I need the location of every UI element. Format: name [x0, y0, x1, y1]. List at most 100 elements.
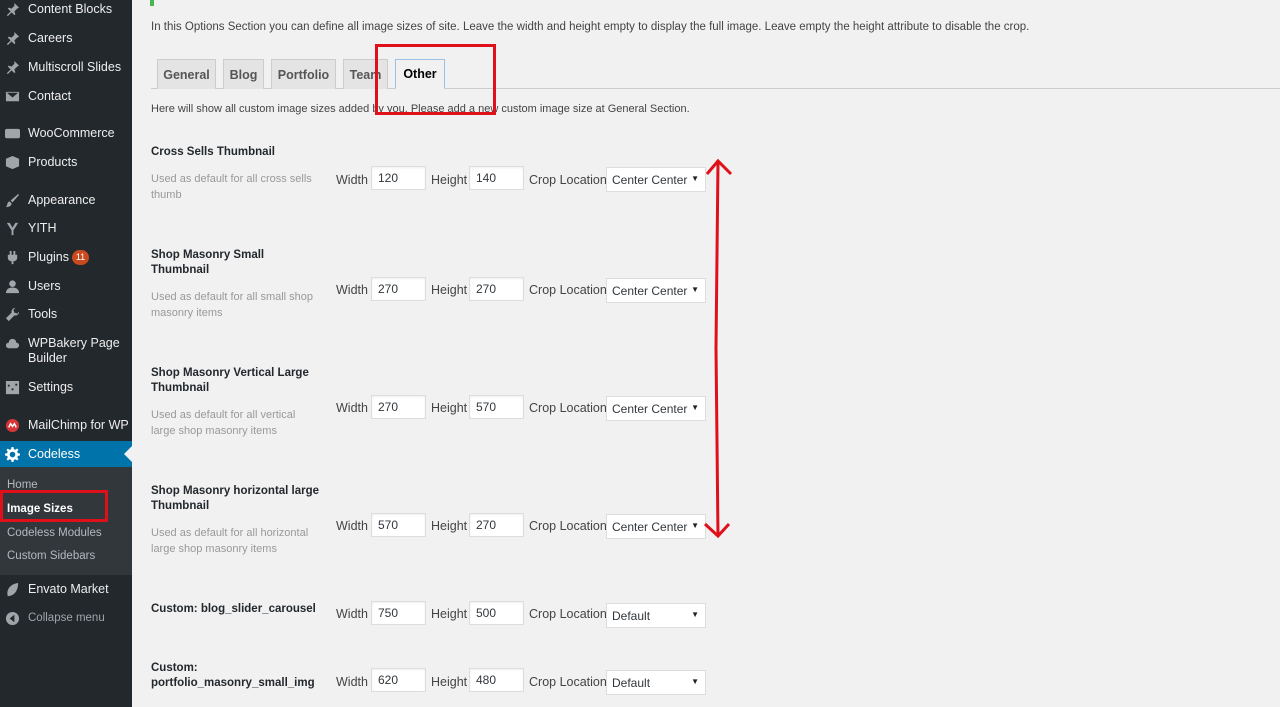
leaf-icon [4, 582, 21, 597]
sidebar-item-contact[interactable]: Contact [0, 89, 132, 104]
submenu-item-home[interactable]: Home [7, 479, 38, 491]
height-label: Height [431, 675, 468, 689]
notice-accent-bar [150, 0, 154, 6]
crop-location-value: Default [612, 676, 651, 690]
dropdown-arrow-icon: ▼ [691, 285, 699, 294]
width-input[interactable] [371, 277, 426, 301]
sidebar-item-label: MailChimp for WP [28, 418, 129, 432]
width-input[interactable] [371, 166, 426, 190]
sidebar-item-mailchimp[interactable]: MailChimp for WP [0, 418, 132, 433]
mail-icon [4, 89, 21, 104]
crop-location-value: Center Center [612, 402, 688, 416]
sidebar-item-label: Envato Market [28, 582, 109, 596]
tab-other[interactable]: Other [395, 59, 445, 89]
sidebar-item-label: WooCommerce [28, 126, 115, 140]
gear-icon [4, 447, 21, 462]
pin-icon [4, 60, 21, 75]
submenu-item-custom-sidebars[interactable]: Custom Sidebars [7, 550, 95, 562]
crop-location-label: Crop Location [529, 675, 607, 689]
sidebar-item-plugins[interactable]: Plugins 11 [0, 250, 132, 265]
height-input[interactable] [469, 166, 524, 190]
sidebar-item-codeless[interactable]: Codeless [0, 447, 132, 462]
pin-icon [4, 31, 21, 46]
sidebar-item-label: Users [28, 279, 61, 293]
sidebar-item-tools[interactable]: Tools [0, 307, 132, 322]
height-label: Height [431, 173, 468, 187]
width-label: Width [336, 519, 368, 533]
sidebar-item-label: WPBakery Page Builder [28, 336, 120, 365]
width-input[interactable] [371, 668, 426, 692]
dropdown-arrow-icon: ▼ [691, 403, 699, 412]
sidebar-item-woocommerce[interactable]: WooCommerce [0, 126, 132, 141]
sidebar-item-users[interactable]: Users [0, 279, 132, 294]
crop-location-select[interactable]: Center Center ▼ [606, 396, 706, 421]
height-input[interactable] [469, 513, 524, 537]
main-content: In this Options Section you can define a… [132, 0, 1280, 707]
crop-location-select[interactable]: Default ▼ [606, 603, 706, 628]
wrench-icon [4, 307, 21, 322]
height-label: Height [431, 401, 468, 415]
crop-location-label: Crop Location [529, 173, 607, 187]
sidebar-item-content-blocks[interactable]: Content Blocks [0, 2, 132, 17]
yith-icon [4, 221, 21, 236]
sidebar-item-label: Content Blocks [28, 2, 113, 16]
tab-portfolio[interactable]: Portfolio [271, 59, 336, 89]
sidebar-item-appearance[interactable]: Appearance [0, 193, 132, 208]
height-input[interactable] [469, 601, 524, 625]
sidebar-item-label: Settings [28, 380, 74, 394]
height-input[interactable] [469, 277, 524, 301]
crop-location-select[interactable]: Default ▼ [606, 670, 706, 695]
collapse-menu-button[interactable]: Collapse menu [0, 611, 132, 626]
submenu-item-codeless-modules[interactable]: Codeless Modules [7, 527, 102, 539]
height-label: Height [431, 519, 468, 533]
crop-location-select[interactable]: Center Center ▼ [606, 278, 706, 303]
sidebar-item-products[interactable]: Products [0, 155, 132, 170]
custom-sizes-note: Here will show all custom image sizes ad… [151, 103, 690, 115]
plug-icon [4, 250, 21, 265]
tab-blog[interactable]: Blog [223, 59, 264, 89]
sidebar-item-careers[interactable]: Careers [0, 31, 132, 46]
crop-location-value: Center Center [612, 520, 688, 534]
sidebar-item-label: Products [28, 155, 78, 169]
tab-team[interactable]: Team [343, 59, 388, 89]
crop-location-select[interactable]: Center Center ▼ [606, 167, 706, 192]
sidebar-item-yith[interactable]: YITH [0, 221, 132, 236]
size-row-description: Used as default for all horizontal large… [151, 527, 309, 555]
cloud-icon [4, 336, 21, 351]
submenu-item-image-sizes[interactable]: Image Sizes [7, 503, 73, 515]
sidebar-item-label: Appearance [28, 193, 96, 207]
dropdown-arrow-icon: ▼ [691, 521, 699, 530]
annotation-double-arrow-icon [703, 158, 733, 539]
sidebar-item-label: Plugins 11 [28, 250, 89, 265]
size-row-title: Custom: blog_slider_carousel [151, 603, 316, 615]
sidebar-item-wpbakery[interactable]: WPBakery Page Builder [0, 336, 132, 366]
width-input[interactable] [371, 601, 426, 625]
sidebar-item-label: Contact [28, 89, 72, 103]
sidebar-item-label: YITH [28, 221, 57, 235]
tab-general[interactable]: General [157, 59, 216, 89]
width-input[interactable] [371, 395, 426, 419]
sidebar-item-settings[interactable]: Settings [0, 380, 132, 395]
width-label: Width [336, 401, 368, 415]
sidebar-item-label: Codeless [28, 447, 81, 461]
sidebar-item-label: Collapse menu [28, 612, 105, 624]
dropdown-arrow-icon: ▼ [691, 174, 699, 183]
user-icon [4, 279, 21, 294]
sidebar-item-label: Tools [28, 307, 58, 321]
crop-location-select[interactable]: Center Center ▼ [606, 514, 706, 539]
sidebar-item-multiscroll-slides[interactable]: Multiscroll Slides [0, 60, 132, 75]
height-input[interactable] [469, 668, 524, 692]
width-label: Width [336, 675, 368, 689]
sidebar-item-envato-market[interactable]: Envato Market [0, 582, 132, 597]
height-label: Height [431, 283, 468, 297]
size-row-description: Used as default for all small shop mason… [151, 291, 314, 319]
width-input[interactable] [371, 513, 426, 537]
crop-location-label: Crop Location [529, 283, 607, 297]
height-input[interactable] [469, 395, 524, 419]
width-label: Width [336, 283, 368, 297]
dropdown-arrow-icon: ▼ [691, 610, 699, 619]
crop-location-value: Default [612, 609, 651, 623]
size-row-title: Shop Masonry Small Thumbnail [151, 249, 265, 276]
admin-sidebar: Content Blocks Careers Multiscroll Slide… [0, 0, 132, 707]
crop-location-label: Crop Location [529, 401, 607, 415]
